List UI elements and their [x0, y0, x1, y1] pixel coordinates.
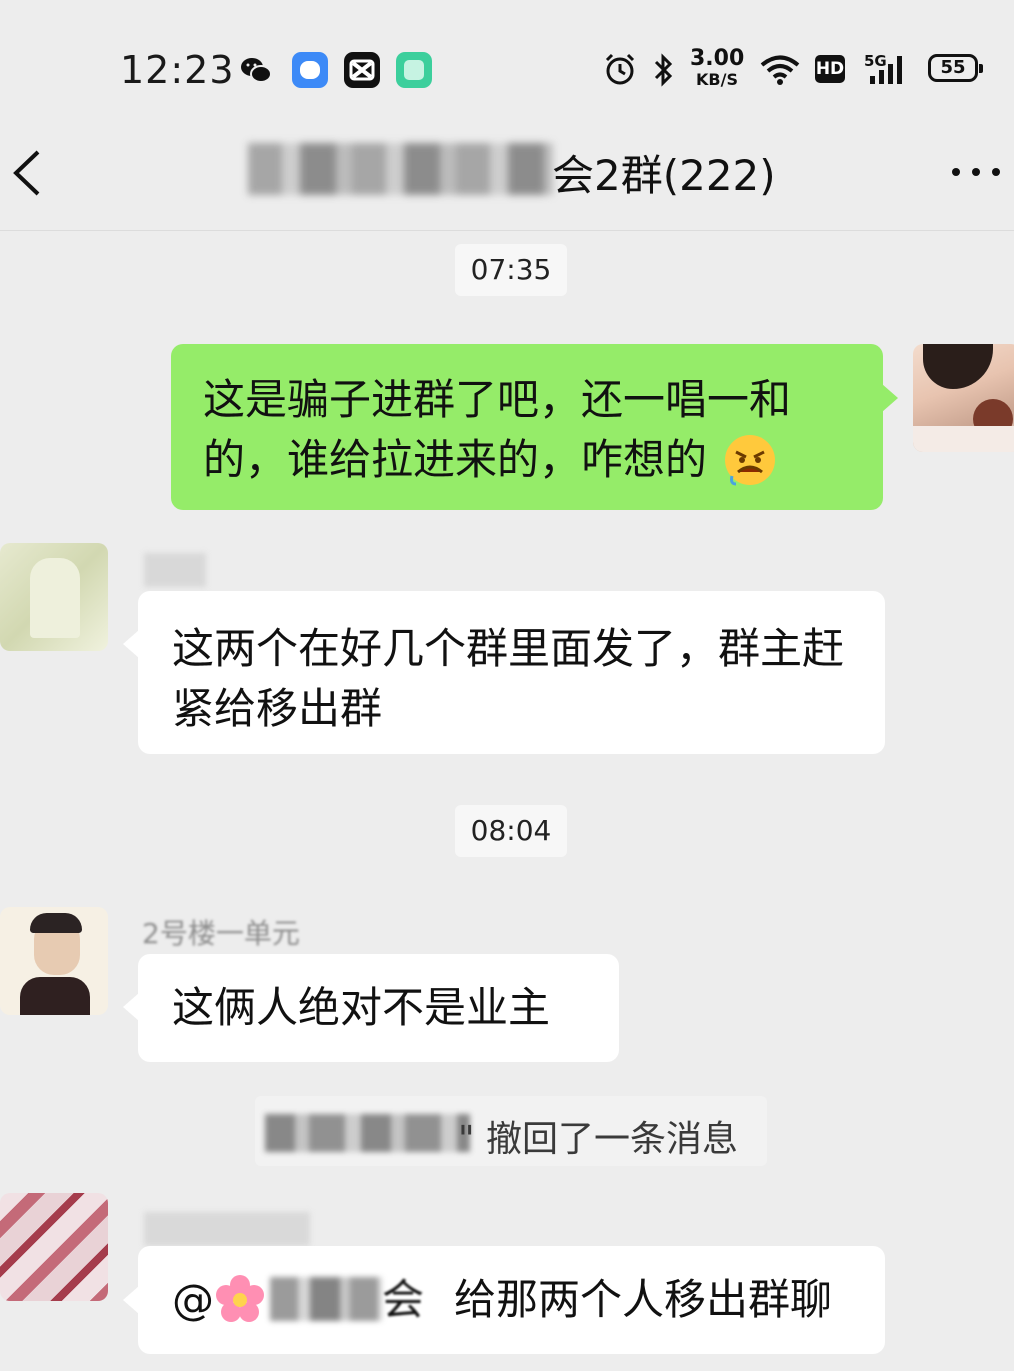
net-speed-unit: KB/S: [696, 70, 738, 89]
chat-timestamp: 07:35: [455, 244, 567, 296]
bubble-tail: [123, 993, 139, 1021]
bubble-tail: [882, 384, 898, 412]
their-message-bubble[interactable]: 这两个在好几个群里面发了，群主赶紧给移出群: [138, 591, 885, 754]
status-bar: 12:23 3.00 KB/S HD 5G 55: [0, 0, 1014, 120]
avatar[interactable]: [0, 1193, 108, 1301]
app-icon-green: [396, 52, 432, 88]
net-speed-value: 3.00: [690, 46, 745, 71]
message-text: 给那两个人移出群聊: [454, 1275, 833, 1324]
wifi-icon: [760, 55, 800, 85]
bubble-tail: [123, 630, 139, 658]
avatar[interactable]: [0, 907, 108, 1015]
sender-name-redacted: [144, 1212, 310, 1246]
mention-tail: 会: [382, 1275, 425, 1324]
title-redacted: [248, 143, 553, 195]
recall-text: " 撤回了一条消息: [458, 1119, 739, 1160]
recall-name-redacted: [265, 1114, 470, 1152]
page-title: 会2群(222): [552, 151, 776, 200]
sender-name: 2号楼一单元: [142, 917, 300, 950]
status-time: 12:23: [120, 48, 235, 92]
back-icon[interactable]: [8, 148, 48, 198]
angry-emoji-icon: [725, 434, 776, 485]
app-icon: [292, 52, 328, 88]
capcut-icon: [344, 52, 380, 88]
hd-badge: HD: [815, 55, 845, 83]
header-divider: [0, 230, 1014, 231]
my-message-bubble[interactable]: 这是骗子进群了吧，还一唱一和的，谁给拉进来的，咋想的: [171, 344, 883, 510]
avatar[interactable]: [0, 543, 108, 651]
more-icon[interactable]: [948, 160, 1004, 184]
mention-name-redacted: [270, 1276, 382, 1321]
flower-emoji-icon: [216, 1274, 264, 1322]
message-text: 这两个在好几个群里面发了，群主赶紧给移出群: [172, 624, 845, 733]
sender-name-redacted: [144, 553, 206, 587]
alarm-icon: [605, 53, 635, 85]
their-message-bubble[interactable]: @ 会给那两个人移出群聊: [138, 1246, 885, 1354]
message-text: 这是骗子进群了吧，还一唱一和的，谁给拉进来的，咋想的: [203, 375, 792, 484]
bluetooth-icon: [654, 53, 673, 87]
signal-icon: [870, 56, 902, 84]
net-speed: 3.00 KB/S: [690, 48, 744, 88]
avatar[interactable]: [913, 344, 1014, 452]
battery-indicator: 55: [928, 54, 983, 82]
their-message-bubble[interactable]: 这俩人绝对不是业主: [138, 954, 619, 1062]
chat-timestamp: 08:04: [455, 805, 567, 857]
bubble-tail: [123, 1286, 139, 1314]
mention-at: @: [172, 1275, 214, 1324]
message-text: 这俩人绝对不是业主: [172, 983, 551, 1032]
wechat-icon: [241, 58, 272, 83]
